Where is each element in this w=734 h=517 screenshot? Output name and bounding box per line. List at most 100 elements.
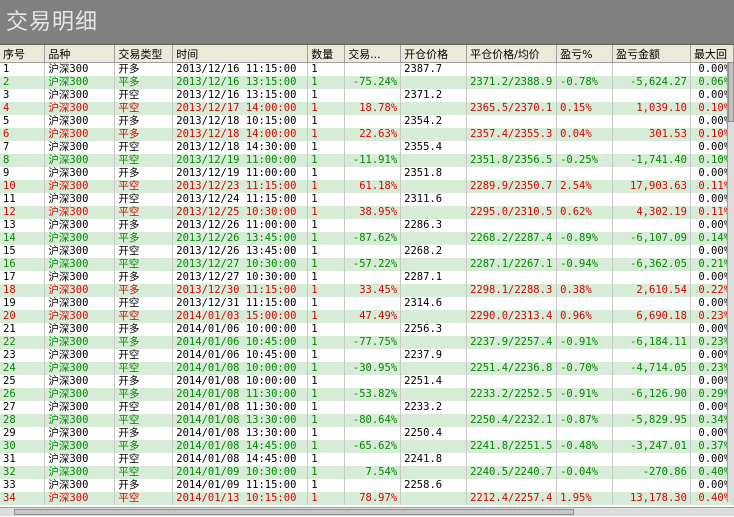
table-row[interactable]: 22 沪深300 平多 2014/01/06 10:45:00 1 -77.75% 2237… <box>0 336 734 349</box>
cell-time: 2014/01/08 14:45:00 <box>172 440 309 453</box>
cell-index: 9 <box>0 167 46 180</box>
cell-index: 3 <box>0 89 46 102</box>
table-row[interactable]: 31 沪深300 开空 2014/01/08 14:45:00 1 2241.8 0.00% <box>0 453 734 466</box>
cell-pnl-percent: 0.15% <box>556 102 614 115</box>
table-row[interactable]: 29 沪深300 开多 2014/01/08 13:30:00 1 2250.4 0.00% <box>0 427 734 440</box>
table-row[interactable]: 17 沪深300 开多 2013/12/27 10:30:00 1 2287.1 0.00% <box>0 271 734 284</box>
table-row[interactable]: 2 沪深300 平多 2013/12/16 13:15:00 1 -75.24% 2371.… <box>0 76 734 89</box>
cell-pnl-percent <box>556 479 614 492</box>
cell-pnl-percent <box>556 167 614 180</box>
cell-index: 8 <box>0 154 46 167</box>
cell-pnl-amount <box>612 453 691 466</box>
table-row[interactable]: 14 沪深300 平多 2013/12/26 13:45:00 1 -87.62% 2268… <box>0 232 734 245</box>
cell-time: 2014/01/06 10:45:00 <box>172 349 309 362</box>
cell-time: 2013/12/30 11:15:00 <box>172 284 309 297</box>
cell-pnl-amount <box>612 89 691 102</box>
column-header-open-price[interactable]: 开仓价格 <box>400 45 468 63</box>
cell-close-price <box>466 453 558 466</box>
table-row[interactable]: 26 沪深300 平多 2014/01/08 11:30:00 1 -53.82% 2233… <box>0 388 734 401</box>
cell-instrument: 沪深300 <box>44 219 116 232</box>
cell-quantity: 1 <box>307 349 346 362</box>
column-header-trade-ratio[interactable]: 交易... <box>344 45 402 63</box>
cell-index: 6 <box>0 128 46 141</box>
cell-pnl-amount <box>612 427 691 440</box>
cell-time: 2014/01/08 13:30:00 <box>172 427 309 440</box>
cell-quantity: 1 <box>307 115 346 128</box>
cell-pnl-percent <box>556 427 614 440</box>
cell-open-price <box>400 336 468 349</box>
table-row[interactable]: 21 沪深300 开多 2014/01/06 10:00:00 1 2256.3 0.00% <box>0 323 734 336</box>
cell-open-price <box>400 102 468 115</box>
cell-open-price <box>400 76 468 89</box>
cell-trade-type: 平空 <box>114 180 174 193</box>
table-row[interactable]: 11 沪深300 开空 2013/12/24 11:15:00 1 2311.6 0.00% <box>0 193 734 206</box>
trade-details-grid[interactable]: 序号 品种 交易类型 时间 数量 交易... 开仓价格 平仓价格/均价 盈亏% … <box>0 44 734 517</box>
cell-trade-ratio: 33.45% <box>344 284 402 297</box>
cell-trade-type: 平空 <box>114 154 174 167</box>
cell-open-price: 2241.8 <box>400 453 468 466</box>
table-row[interactable]: 23 沪深300 开空 2014/01/06 10:45:00 1 2237.9 0.00% <box>0 349 734 362</box>
cell-pnl-percent: 0.62% <box>556 206 614 219</box>
column-header-max-drawdown[interactable]: 最大回 <box>690 45 734 63</box>
table-row[interactable]: 3 沪深300 开空 2013/12/16 13:15:00 1 2371.2 0.00% <box>0 89 734 102</box>
vertical-scrollbar[interactable] <box>727 62 734 502</box>
cell-open-price <box>400 492 468 505</box>
table-row[interactable]: 9 沪深300 开多 2013/12/19 11:00:00 1 2351.8 0.00% <box>0 167 734 180</box>
column-header-trade-type[interactable]: 交易类型 <box>114 45 174 63</box>
cell-pnl-amount <box>612 219 691 232</box>
horizontal-scrollbar-thumb[interactable] <box>14 509 574 515</box>
cell-trade-type: 开空 <box>114 297 174 310</box>
cell-trade-type: 开空 <box>114 89 174 102</box>
table-row[interactable]: 33 沪深300 开多 2014/01/09 11:15:00 1 2258.6 0.00% <box>0 479 734 492</box>
table-row[interactable]: 30 沪深300 平多 2014/01/08 14:45:00 1 -65.62% 2241… <box>0 440 734 453</box>
column-header-close-price[interactable]: 平仓价格/均价 <box>466 45 558 63</box>
table-row[interactable]: 16 沪深300 平空 2013/12/27 10:30:00 1 -57.22% 2287… <box>0 258 734 271</box>
cell-quantity: 1 <box>307 258 346 271</box>
cell-close-price <box>466 193 558 206</box>
cell-pnl-amount <box>612 141 691 154</box>
cell-index: 30 <box>0 440 46 453</box>
column-header-time[interactable]: 时间 <box>172 45 309 63</box>
table-row[interactable]: 10 沪深300 平空 2013/12/23 11:15:00 1 61.18% 2289.… <box>0 180 734 193</box>
table-row[interactable]: 13 沪深300 开多 2013/12/26 11:00:00 1 2286.3 0.00% <box>0 219 734 232</box>
cell-index: 21 <box>0 323 46 336</box>
cell-instrument: 沪深300 <box>44 375 116 388</box>
cell-pnl-percent: -0.04% <box>556 466 614 479</box>
column-header-pnl-percent[interactable]: 盈亏% <box>556 45 614 63</box>
cell-close-price: 2241.8/2251.5 <box>466 440 558 453</box>
table-row[interactable]: 20 沪深300 平空 2014/01/03 15:00:00 1 47.49% 2290.… <box>0 310 734 323</box>
cell-open-price: 2237.9 <box>400 349 468 362</box>
table-row[interactable]: 7 沪深300 开空 2013/12/18 14:30:00 1 2355.4 0.00% <box>0 141 734 154</box>
cell-pnl-percent: 0.96% <box>556 310 614 323</box>
table-row[interactable]: 24 沪深300 平空 2014/01/08 10:00:00 1 -30.95% 2251… <box>0 362 734 375</box>
cell-trade-ratio <box>344 297 402 310</box>
cell-index: 19 <box>0 297 46 310</box>
cell-instrument: 沪深300 <box>44 414 116 427</box>
cell-trade-ratio <box>344 89 402 102</box>
column-header-quantity[interactable]: 数量 <box>307 45 346 63</box>
table-row[interactable]: 6 沪深300 平多 2013/12/18 14:00:00 1 22.63% 2357.4… <box>0 128 734 141</box>
column-header-instrument[interactable]: 品种 <box>44 45 116 63</box>
column-header-index[interactable]: 序号 <box>0 45 46 63</box>
cell-open-price <box>400 258 468 271</box>
cell-time: 2013/12/17 14:00:00 <box>172 102 309 115</box>
cell-close-price <box>466 115 558 128</box>
table-row[interactable]: 15 沪深300 开空 2013/12/26 13:45:00 1 2268.2 0.00% <box>0 245 734 258</box>
table-row[interactable]: 5 沪深300 开多 2013/12/18 10:15:00 1 2354.2 0.00% <box>0 115 734 128</box>
table-row[interactable]: 12 沪深300 平空 2013/12/25 10:30:00 1 38.95% 2295.… <box>0 206 734 219</box>
table-row[interactable]: 28 沪深300 平空 2014/01/08 13:30:00 1 -80.64% 2250… <box>0 414 734 427</box>
vertical-scrollbar-thumb[interactable] <box>728 62 734 122</box>
table-row[interactable]: 34 沪深300 平空 2014/01/13 10:15:00 1 78.97% 2212.… <box>0 492 734 505</box>
table-row[interactable]: 4 沪深300 平空 2013/12/17 14:00:00 1 18.78% 2365.5… <box>0 102 734 115</box>
cell-close-price: 2357.4/2355.3 <box>466 128 558 141</box>
table-row[interactable]: 32 沪深300 平空 2014/01/09 10:30:00 1 7.54% 2240.5… <box>0 466 734 479</box>
table-row[interactable]: 8 沪深300 平空 2013/12/19 11:00:00 1 -11.91% 2351.… <box>0 154 734 167</box>
cell-index: 22 <box>0 336 46 349</box>
table-row[interactable]: 19 沪深300 开空 2013/12/31 11:15:00 1 2314.6 0.00% <box>0 297 734 310</box>
table-row[interactable]: 27 沪深300 开空 2014/01/08 11:30:00 1 2233.2 0.00% <box>0 401 734 414</box>
table-row[interactable]: 25 沪深300 开多 2014/01/08 10:00:00 1 2251.4 0.00% <box>0 375 734 388</box>
table-row[interactable]: 1 沪深300 开多 2013/12/16 11:15:00 1 2387.7 0.00% <box>0 62 734 76</box>
table-row[interactable]: 18 沪深300 平多 2013/12/30 11:15:00 1 33.45% 2298.… <box>0 284 734 297</box>
cell-time: 2014/01/06 10:00:00 <box>172 323 309 336</box>
column-header-pnl-amount[interactable]: 盈亏金额 <box>612 45 691 63</box>
